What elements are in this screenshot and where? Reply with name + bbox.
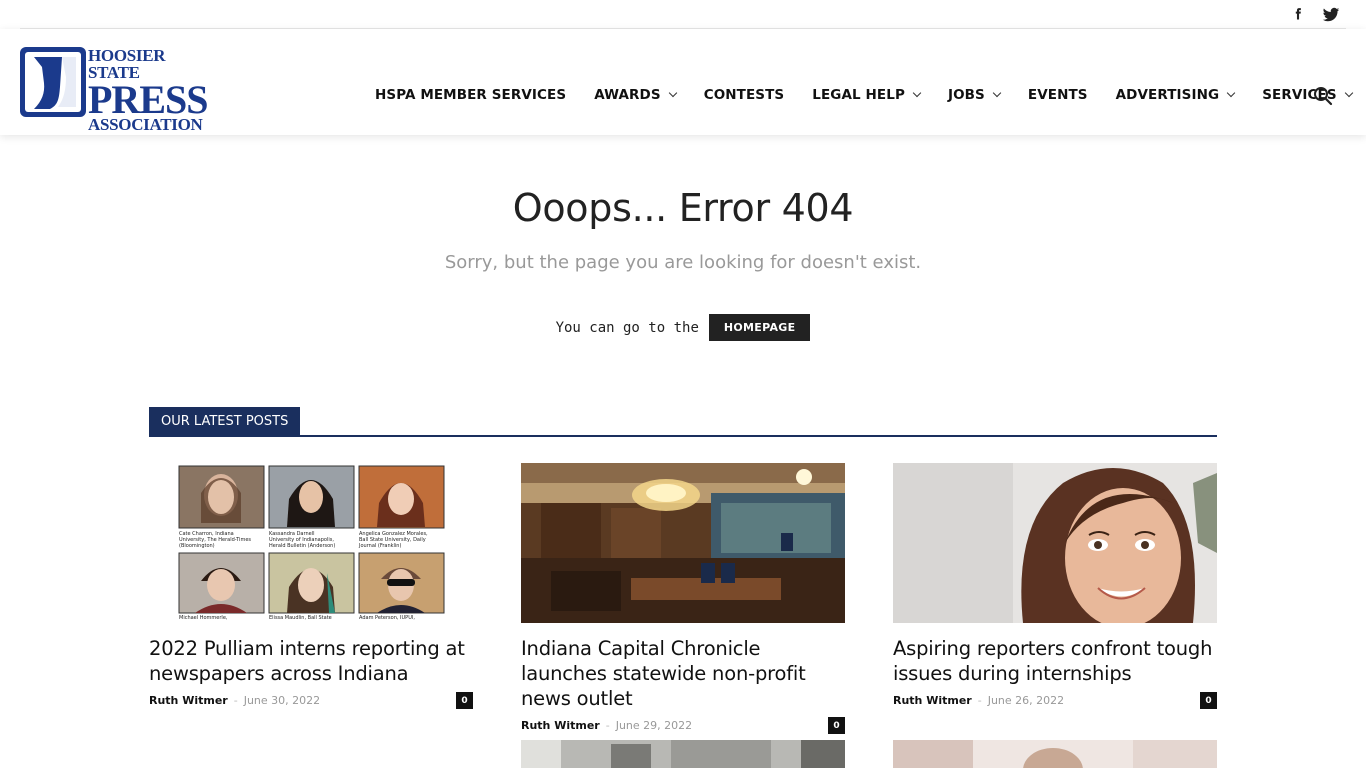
nav-contests[interactable]: CONTESTS — [690, 87, 799, 103]
latest-posts-label: OUR LATEST POSTS — [149, 407, 301, 435]
nav-label: ADVERTISING — [1115, 87, 1220, 103]
site-logo[interactable]: HOOSIER STATE PRESS ASSOCIATION — [20, 47, 220, 133]
post-author[interactable]: Ruth Witmer — [893, 694, 972, 707]
chevron-down-icon — [1344, 88, 1353, 98]
facebook-icon[interactable] — [1290, 6, 1308, 24]
nav-events[interactable]: EVENTS — [1014, 87, 1102, 103]
post-author[interactable]: Ruth Witmer — [521, 719, 600, 732]
post-title[interactable]: Aspiring reporters confront tough issues… — [893, 636, 1217, 686]
chevron-down-icon — [1226, 88, 1236, 98]
comment-count[interactable]: 0 — [1200, 692, 1217, 709]
comment-count[interactable]: 0 — [456, 692, 473, 709]
post-thumbnail[interactable]: Cate Charron, Indiana University, The He… — [149, 463, 473, 623]
post-meta: Ruth Witmer - June 30, 2022 0 — [149, 692, 473, 709]
twitter-icon[interactable] — [1322, 6, 1340, 24]
post-date: June 29, 2022 — [615, 719, 693, 732]
chevron-down-icon — [912, 88, 922, 98]
chevron-down-icon — [668, 88, 677, 98]
nav-label: EVENTS — [1027, 87, 1088, 103]
nav-label: HSPA MEMBER SERVICES — [375, 87, 567, 103]
caption: Herald Bulletin (Anderson) — [269, 543, 335, 549]
post-date: June 30, 2022 — [243, 694, 321, 707]
interns-collage-image: Cate Charron, Indiana University, The He… — [178, 465, 445, 621]
post-thumbnail-partial[interactable] — [893, 740, 1217, 768]
caption: Adam Peterson, IUPUI, — [359, 615, 415, 621]
logo-line-2: PRESS — [88, 77, 209, 122]
error-title: Ooops... Error 404 — [512, 186, 854, 230]
logo-line-3: ASSOCIATION — [88, 115, 203, 134]
nav-legal-help[interactable]: LEGAL HELP — [798, 87, 934, 103]
logo-wordmark: HOOSIER STATE PRESS ASSOCIATION — [88, 47, 220, 133]
nav-label: CONTESTS — [703, 87, 785, 103]
main-nav: HSPA MEMBER SERVICES AWARDS CONTESTS LEG… — [361, 87, 1366, 103]
meta-separator: - — [605, 719, 610, 732]
post-thumbnail[interactable] — [893, 463, 1217, 623]
chamber-photo-image — [521, 463, 845, 623]
search-icon[interactable] — [1313, 86, 1333, 106]
nav-label: JOBS — [947, 87, 985, 103]
chevron-down-icon — [992, 88, 1002, 98]
post-title[interactable]: Indiana Capital Chronicle launches state… — [521, 636, 845, 711]
post-meta: Ruth Witmer - June 26, 2022 0 — [893, 692, 1217, 709]
post-author[interactable]: Ruth Witmer — [149, 694, 228, 707]
social-links — [1290, 6, 1340, 24]
post-card[interactable]: Cate Charron, Indiana University, The He… — [149, 463, 473, 709]
meta-separator: - — [233, 694, 238, 707]
latest-posts-header: OUR LATEST POSTS — [149, 407, 1217, 437]
newspaper-photo-image — [521, 740, 845, 768]
post-thumbnail[interactable] — [521, 463, 845, 623]
post-meta: Ruth Witmer - June 29, 2022 0 — [521, 717, 845, 734]
homepage-button[interactable]: HOMEPAGE — [708, 314, 811, 341]
post-card[interactable]: Indiana Capital Chronicle launches state… — [521, 463, 845, 734]
goto-text: You can go to the — [555, 319, 699, 336]
post-title[interactable]: 2022 Pulliam interns reporting at newspa… — [149, 636, 473, 686]
nav-advertising[interactable]: ADVERTISING — [1102, 87, 1249, 103]
error-subtitle: Sorry, but the page you are looking for … — [444, 252, 922, 273]
caption: Michael Hommerle, — [179, 615, 228, 621]
nav-awards[interactable]: AWARDS — [580, 87, 690, 103]
post-card[interactable]: Aspiring reporters confront tough issues… — [893, 463, 1217, 709]
nav-label: LEGAL HELP — [812, 87, 905, 103]
logo-mark-icon — [20, 47, 86, 117]
top-bar — [20, 0, 1346, 29]
logo-line-1: HOOSIER STATE — [88, 46, 166, 82]
site-header: HOOSIER STATE PRESS ASSOCIATION HSPA MEM… — [0, 29, 1366, 135]
meta-separator: - — [977, 694, 982, 707]
nav-hspa-member-services[interactable]: HSPA MEMBER SERVICES — [361, 87, 580, 103]
reporter-portrait-image — [893, 463, 1217, 623]
nav-label: AWARDS — [594, 87, 661, 103]
nav-jobs[interactable]: JOBS — [934, 87, 1014, 103]
post-thumbnail-partial[interactable] — [521, 740, 845, 768]
portrait-photo-image — [893, 740, 1217, 768]
comment-count[interactable]: 0 — [828, 717, 845, 734]
post-date: June 26, 2022 — [987, 694, 1065, 707]
homepage-prompt: You can go to the HOMEPAGE — [0, 314, 1366, 341]
caption: Journal (Franklin) — [358, 543, 401, 549]
caption: (Bloomington) — [179, 543, 215, 549]
caption: Elissa Maudlin, Ball State — [269, 615, 332, 621]
nav-services[interactable]: SERVICES — [1248, 87, 1365, 103]
